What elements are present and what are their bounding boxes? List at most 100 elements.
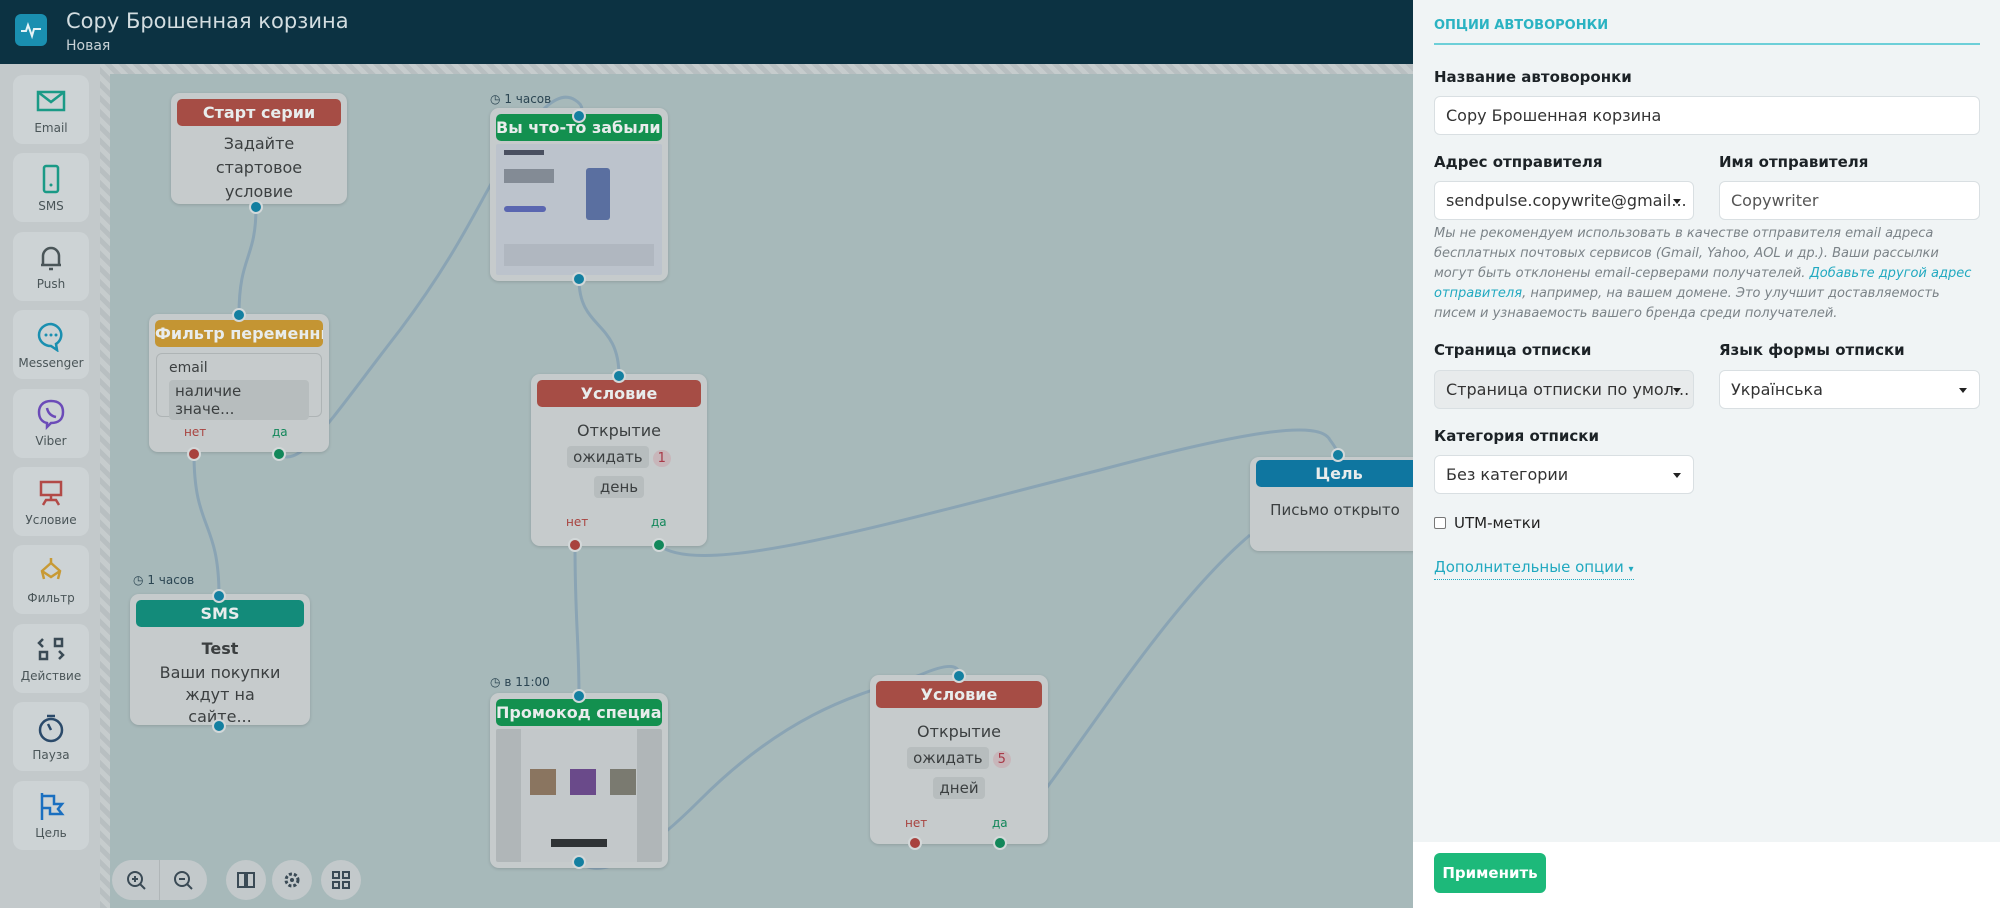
node-start[interactable]: Старт серии Задайте стартовое условие: [171, 93, 347, 204]
delay-value: в 11:00: [504, 675, 550, 689]
delay-value: 1 часов: [147, 573, 195, 587]
node-header: SMS: [136, 600, 304, 627]
panel-footer: Применить: [1413, 842, 2000, 908]
input-port[interactable]: [952, 669, 966, 683]
wait-unit: день: [593, 476, 645, 498]
node-email[interactable]: Вы что-то забыли!: [490, 108, 668, 281]
unsub-lang-select[interactable]: Українська: [1719, 370, 1980, 409]
no-label: нет: [184, 425, 207, 439]
node-sms[interactable]: SMS Test Ваши покупки ждут на сайте...: [130, 594, 310, 726]
no-port[interactable]: [908, 836, 922, 850]
email-preview: [496, 144, 662, 275]
caret-down-icon: [1959, 388, 1967, 393]
unsub-page-value: Страница отписки по умол...: [1446, 380, 1690, 399]
input-port[interactable]: [572, 689, 586, 703]
yes-label: да: [651, 515, 667, 529]
condition-event: Открытие: [917, 722, 1001, 741]
clock-icon: ◷: [133, 573, 144, 587]
filter-field: email: [169, 360, 208, 376]
yes-label: да: [992, 816, 1008, 830]
unsub-page-select[interactable]: Страница отписки по умол...: [1434, 370, 1694, 409]
no-port[interactable]: [568, 538, 582, 552]
yes-port[interactable]: [993, 836, 1007, 850]
unsub-category-select[interactable]: Без категории: [1434, 455, 1694, 494]
input-port[interactable]: [1331, 448, 1345, 462]
sms-name: Test: [201, 639, 239, 658]
email-preview: [496, 729, 662, 862]
more-options-toggle[interactable]: Дополнительные опции ▾: [1434, 558, 1634, 580]
options-panel: ОПЦИИ АВТОВОРОНКИ Название автоворонки C…: [1413, 0, 2000, 908]
input-port[interactable]: [212, 589, 226, 603]
connection: [577, 278, 621, 377]
checkbox[interactable]: [1434, 517, 1446, 529]
node-text: Задайте стартовое условие: [215, 134, 303, 201]
wait-unit: дней: [933, 777, 985, 799]
unsub-lang-value: Українська: [1731, 380, 1823, 399]
node-header: Цель: [1256, 460, 1422, 487]
clock-icon: ◷: [490, 675, 501, 689]
wait-label: ожидать: [567, 446, 649, 468]
utm-label: UTM-метки: [1454, 514, 1541, 532]
sender-address-select[interactable]: sendpulse.copywrite@gmail...: [1434, 181, 1694, 220]
qr-icon: [332, 871, 350, 889]
apply-button[interactable]: Применить: [1434, 853, 1546, 893]
input-port[interactable]: [572, 109, 586, 123]
flow-name-input[interactable]: Copy Брошенная корзина: [1434, 96, 1980, 135]
sender-warning: Мы не рекомендуем использовать в качеств…: [1434, 224, 1980, 324]
node-header: Условие: [876, 681, 1042, 708]
unsub-lang-label: Язык формы отписки: [1719, 341, 1905, 359]
delay-label: ◷ 1 часов: [133, 573, 194, 587]
no-port[interactable]: [187, 447, 201, 461]
wait-label: ожидать: [907, 747, 989, 769]
input-port[interactable]: [612, 369, 626, 383]
input-port[interactable]: [232, 308, 246, 322]
yes-port[interactable]: [652, 538, 666, 552]
delay-value: 1 часов: [504, 92, 552, 106]
goal-text: Письмо открыто: [1270, 501, 1400, 519]
connection: [237, 206, 258, 316]
sender-name-input[interactable]: Copywriter: [1719, 181, 1980, 220]
qr-button[interactable]: [321, 860, 361, 900]
output-port[interactable]: [249, 200, 263, 214]
node-header: Старт серии: [177, 99, 341, 126]
zoom-controls: [112, 860, 207, 900]
connection: [658, 428, 1340, 557]
settings-button[interactable]: [272, 860, 312, 900]
gear-icon: [284, 872, 300, 888]
unsub-category-value: Без категории: [1446, 465, 1569, 484]
node-filter[interactable]: Фильтр переменных email наличие значе...…: [149, 314, 329, 452]
unsub-category-label: Категория отписки: [1434, 427, 1599, 445]
more-options-label: Дополнительные опции: [1434, 558, 1624, 576]
book-icon: [237, 872, 255, 888]
yes-label: да: [272, 425, 288, 439]
node-goal[interactable]: Цель Письмо открыто: [1250, 457, 1428, 551]
filter-condition: наличие значе...: [169, 380, 309, 420]
caret-down-icon: ▾: [1628, 564, 1634, 575]
delay-label: ◷ в 11:00: [490, 675, 550, 689]
node-header: Фильтр переменных: [155, 320, 323, 347]
yes-port[interactable]: [272, 447, 286, 461]
node-email[interactable]: Промокод специа...: [490, 693, 668, 868]
panel-title: ОПЦИИ АВТОВОРОНКИ: [1434, 18, 1609, 33]
caret-down-icon: [1673, 473, 1681, 478]
unsub-page-label: Страница отписки: [1434, 341, 1592, 359]
name-label: Название автоворонки: [1434, 68, 1632, 86]
no-label: нет: [905, 816, 928, 830]
node-header: Промокод специа...: [496, 699, 662, 726]
utm-checkbox[interactable]: UTM-метки: [1434, 514, 1541, 532]
output-port[interactable]: [572, 855, 586, 869]
output-port[interactable]: [572, 272, 586, 286]
sender-address-value: sendpulse.copywrite@gmail...: [1446, 191, 1687, 210]
node-condition[interactable]: Условие Открытие ожидать 1 день нет да: [531, 374, 707, 546]
no-label: нет: [566, 515, 589, 529]
sender-name-label: Имя отправителя: [1719, 153, 1869, 171]
help-button[interactable]: [226, 860, 266, 900]
node-header: Условие: [537, 380, 701, 407]
output-port[interactable]: [212, 719, 226, 733]
node-condition[interactable]: Условие Открытие ожидать 5 дней нет да: [870, 675, 1048, 844]
zoom-in-icon[interactable]: [113, 860, 159, 900]
zoom-out-icon[interactable]: [160, 860, 206, 900]
condition-event: Открытие: [577, 421, 661, 440]
clock-icon: ◷: [490, 92, 501, 106]
sender-address-label: Адрес отправителя: [1434, 153, 1603, 171]
